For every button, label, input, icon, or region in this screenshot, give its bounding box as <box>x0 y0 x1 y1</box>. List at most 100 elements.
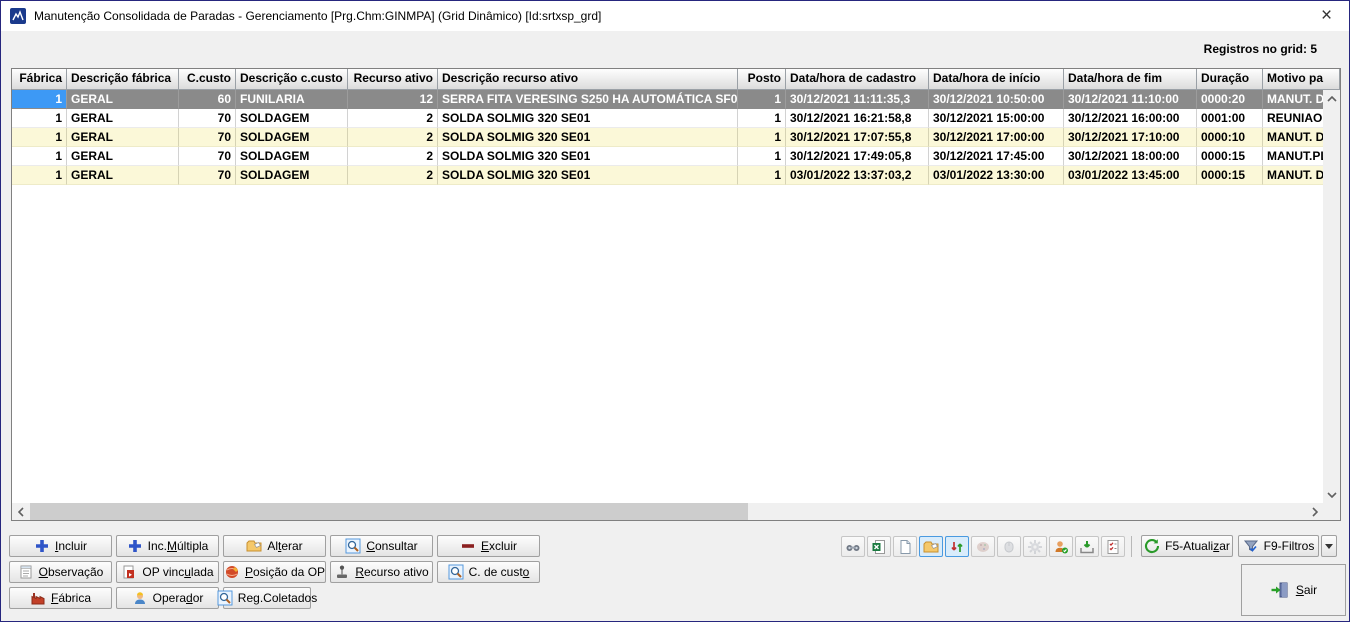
grid-cell[interactable]: SOLDA SOLMIG 320 SE01 <box>438 128 738 147</box>
excluir-button[interactable]: Excluir <box>437 535 540 557</box>
sair-button[interactable]: Sair <box>1241 564 1346 616</box>
grid-cell[interactable]: 1 <box>12 147 67 166</box>
scroll-up-icon[interactable] <box>1323 90 1340 107</box>
grid-cell[interactable]: GERAL <box>67 147 179 166</box>
column-header[interactable]: Descrição fábrica <box>67 69 179 90</box>
grid-cell[interactable]: SOLDAGEM <box>236 147 348 166</box>
reg-coletados-button[interactable]: Reg.Coletados <box>223 587 311 609</box>
grid-cell[interactable]: 0000:20 <box>1197 90 1263 109</box>
grid-row[interactable]: 1GERAL70SOLDAGEM2SOLDA SOLMIG 320 SE0110… <box>12 166 1340 185</box>
grid-row[interactable]: 1GERAL60FUNILARIA12SERRA FITA VERESING S… <box>12 90 1340 109</box>
grid-cell[interactable]: 30/12/2021 17:45:00 <box>929 147 1064 166</box>
grid-cell[interactable]: GERAL <box>67 128 179 147</box>
grid-cell[interactable]: SERRA FITA VERESING S250 HA AUTOMÁTICA S… <box>438 90 738 109</box>
gear-icon[interactable] <box>1023 536 1047 557</box>
grid-cell[interactable]: 0000:10 <box>1197 128 1263 147</box>
column-header[interactable]: Descrição recurso ativo <box>438 69 738 90</box>
grid-cell[interactable]: 70 <box>179 109 236 128</box>
grid-cell[interactable]: 70 <box>179 147 236 166</box>
grid-row[interactable]: 1GERAL70SOLDAGEM2SOLDA SOLMIG 320 SE0113… <box>12 128 1340 147</box>
op-vinculada-button[interactable]: OP vinculada <box>116 561 219 583</box>
recurso-ativo-button[interactable]: Recurso ativo <box>330 561 433 583</box>
grid-cell[interactable]: 03/01/2022 13:45:00 <box>1064 166 1197 185</box>
horizontal-scrollbar[interactable] <box>12 503 1323 520</box>
grid-cell[interactable]: 1 <box>12 166 67 185</box>
column-header[interactable]: C.custo <box>179 69 236 90</box>
column-header[interactable]: Duração <box>1197 69 1263 90</box>
grid-cell[interactable]: 12 <box>348 90 438 109</box>
grid-cell[interactable]: 30/12/2021 17:49:05,8 <box>786 147 929 166</box>
column-header[interactable]: Data/hora de início <box>929 69 1064 90</box>
grid-cell[interactable]: 70 <box>179 128 236 147</box>
filters-dropdown-icon[interactable] <box>1321 535 1337 557</box>
f5-atualizar-button[interactable]: F5-Atualizar <box>1141 535 1233 557</box>
grid-cell[interactable]: 1 <box>738 109 786 128</box>
column-header[interactable]: Data/hora de fim <box>1064 69 1197 90</box>
grid-cell[interactable]: 30/12/2021 16:00:00 <box>1064 109 1197 128</box>
inc-multipla-button[interactable]: Inc.Múltipla <box>116 535 219 557</box>
grid-cell[interactable]: 2 <box>348 128 438 147</box>
palette-icon[interactable] <box>971 536 995 557</box>
grid-cell[interactable]: 30/12/2021 10:50:00 <box>929 90 1064 109</box>
grid-cell[interactable]: 1 <box>12 109 67 128</box>
scroll-right-icon[interactable] <box>1306 503 1323 520</box>
grid-cell[interactable]: 30/12/2021 11:11:35,3 <box>786 90 929 109</box>
grid-cell[interactable]: 30/12/2021 16:21:58,8 <box>786 109 929 128</box>
grid-cell[interactable]: SOLDA SOLMIG 320 SE01 <box>438 109 738 128</box>
grid-cell[interactable]: 1 <box>12 128 67 147</box>
consultar-button[interactable]: Consultar <box>330 535 433 557</box>
grid-cell[interactable]: 1 <box>738 147 786 166</box>
checklist-icon[interactable] <box>1101 536 1125 557</box>
grid-cell[interactable]: SOLDAGEM <box>236 166 348 185</box>
column-header[interactable]: Fábrica <box>12 69 67 90</box>
column-header[interactable]: Descrição c.custo <box>236 69 348 90</box>
grid-cell[interactable]: 1 <box>738 128 786 147</box>
grid-row[interactable]: 1GERAL70SOLDAGEM2SOLDA SOLMIG 320 SE0113… <box>12 109 1340 128</box>
column-header[interactable]: Data/hora de cadastro <box>786 69 929 90</box>
column-header[interactable]: Posto <box>738 69 786 90</box>
grid-cell[interactable]: 1 <box>738 166 786 185</box>
mouse-icon[interactable] <box>997 536 1021 557</box>
grid-cell[interactable]: 30/12/2021 15:00:00 <box>929 109 1064 128</box>
fabrica-button[interactable]: Fábrica <box>9 587 112 609</box>
posicao-da-op-button[interactable]: Posição da OP <box>223 561 326 583</box>
scroll-down-icon[interactable] <box>1323 486 1340 503</box>
import-icon[interactable] <box>1075 536 1099 557</box>
grid-cell[interactable]: GERAL <box>67 109 179 128</box>
grid-cell[interactable]: 1 <box>12 90 67 109</box>
grid-cell[interactable]: SOLDA SOLMIG 320 SE01 <box>438 147 738 166</box>
grid-cell[interactable]: 30/12/2021 17:00:00 <box>929 128 1064 147</box>
grid-cell[interactable]: GERAL <box>67 90 179 109</box>
column-header[interactable]: Recurso ativo <box>348 69 438 90</box>
grid-cell[interactable]: GERAL <box>67 166 179 185</box>
grid-cell[interactable]: 1 <box>738 90 786 109</box>
grid-cell[interactable]: 30/12/2021 18:00:00 <box>1064 147 1197 166</box>
grid-cell[interactable]: 30/12/2021 17:10:00 <box>1064 128 1197 147</box>
grid-cell[interactable]: 30/12/2021 11:10:00 <box>1064 90 1197 109</box>
f9-filtros-button[interactable]: F9-Filtros <box>1238 535 1319 557</box>
grid-cell[interactable]: 2 <box>348 109 438 128</box>
column-header[interactable]: Motivo pa <box>1263 69 1340 90</box>
close-icon[interactable]: × <box>1304 1 1349 30</box>
sort-arrows-icon[interactable] <box>945 536 969 557</box>
grid-cell[interactable]: 03/01/2022 13:30:00 <box>929 166 1064 185</box>
incluir-button[interactable]: Incluir <box>9 535 112 557</box>
grid-cell[interactable]: SOLDAGEM <box>236 109 348 128</box>
grid-cell[interactable]: 0000:15 <box>1197 166 1263 185</box>
user-check-icon[interactable] <box>1049 536 1073 557</box>
document-icon[interactable] <box>893 536 917 557</box>
grid-cell[interactable]: 2 <box>348 147 438 166</box>
binoculars-icon[interactable] <box>841 536 865 557</box>
alterar-button[interactable]: Alterar <box>223 535 326 557</box>
grid-cell[interactable]: 0001:00 <box>1197 109 1263 128</box>
grid-cell[interactable]: FUNILARIA <box>236 90 348 109</box>
c-de-custo-button[interactable]: C. de custo <box>437 561 540 583</box>
grid-cell[interactable]: 60 <box>179 90 236 109</box>
grid-cell[interactable]: 30/12/2021 17:07:55,8 <box>786 128 929 147</box>
grid-cell[interactable]: 03/01/2022 13:37:03,2 <box>786 166 929 185</box>
grid-cell[interactable]: 0000:15 <box>1197 147 1263 166</box>
grid-cell[interactable]: SOLDA SOLMIG 320 SE01 <box>438 166 738 185</box>
horizontal-scroll-thumb[interactable] <box>30 503 748 520</box>
grid-cell[interactable]: 70 <box>179 166 236 185</box>
excel-export-icon[interactable] <box>867 536 891 557</box>
